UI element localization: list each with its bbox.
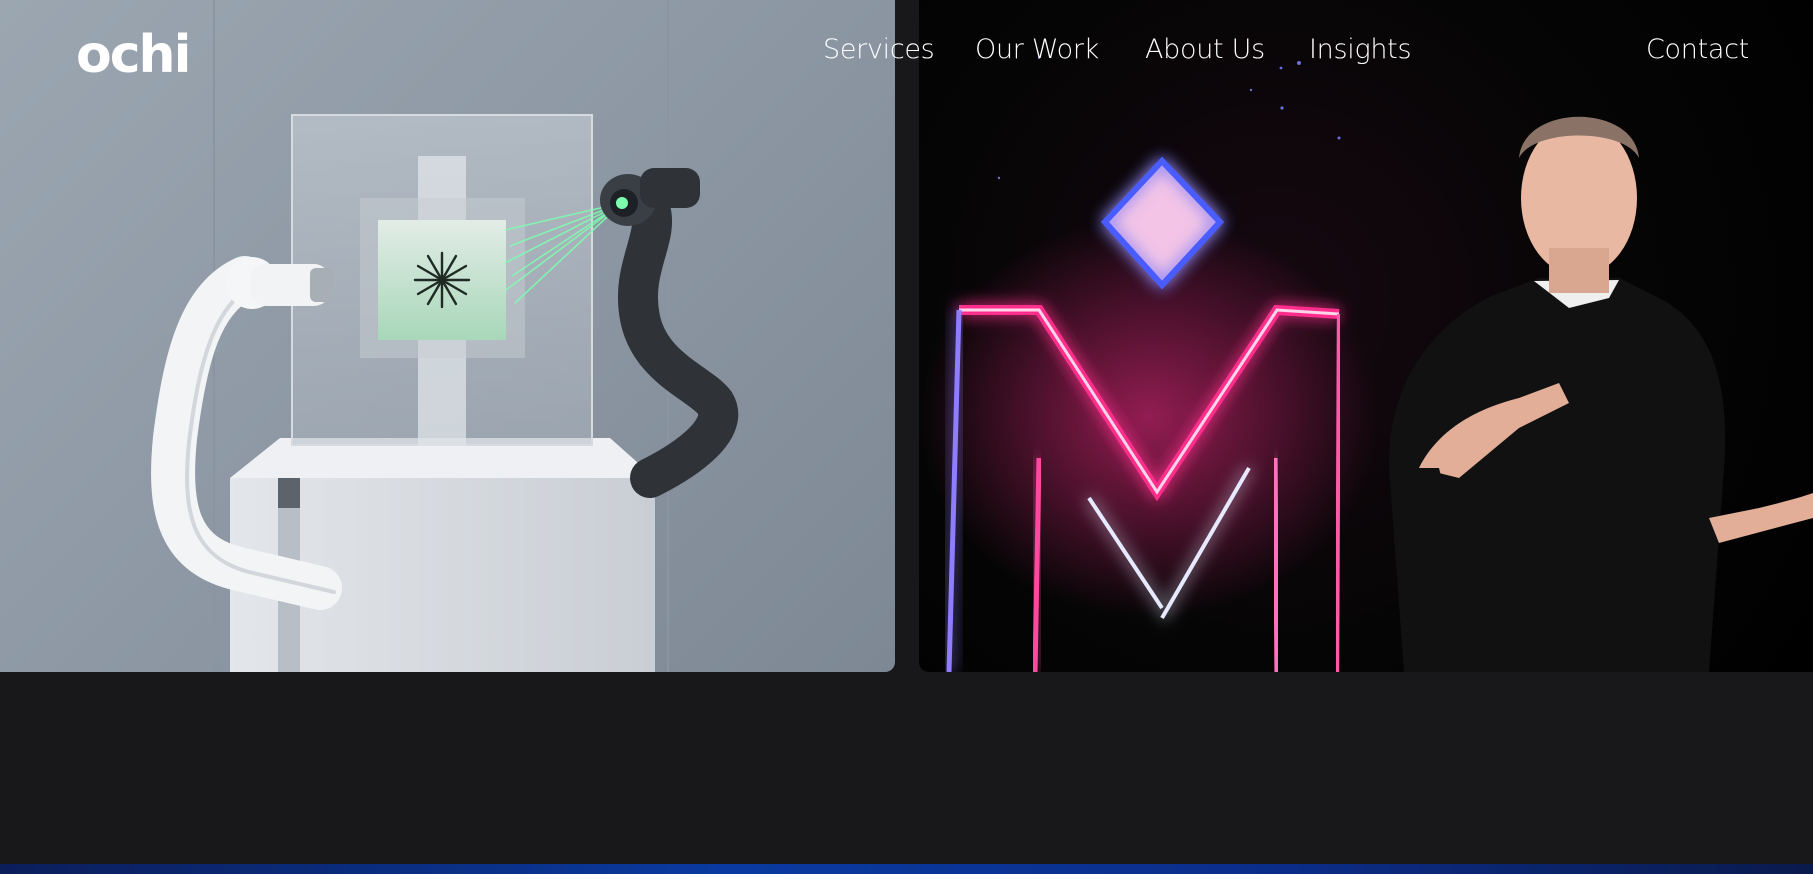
nav-link-our-work[interactable]: Our Work — [975, 34, 1099, 65]
ochi-logo[interactable]: ochi — [76, 24, 188, 80]
svg-text:ochi: ochi — [76, 25, 188, 80]
speaker-figure — [1388, 116, 1813, 672]
contact-link[interactable]: Contact — [1646, 34, 1749, 65]
dark-robot-arm-icon — [600, 168, 739, 498]
nav-link-insights[interactable]: Insights — [1309, 34, 1412, 65]
neon-m-icon — [919, 156, 1379, 672]
bottom-accent-strip — [0, 864, 1813, 874]
top-navigation: ochi Services Our Work About Us Insights… — [0, 0, 1813, 108]
nav-link-services[interactable]: Services — [823, 34, 935, 65]
nav-link-about-us[interactable]: About Us — [1145, 34, 1265, 65]
